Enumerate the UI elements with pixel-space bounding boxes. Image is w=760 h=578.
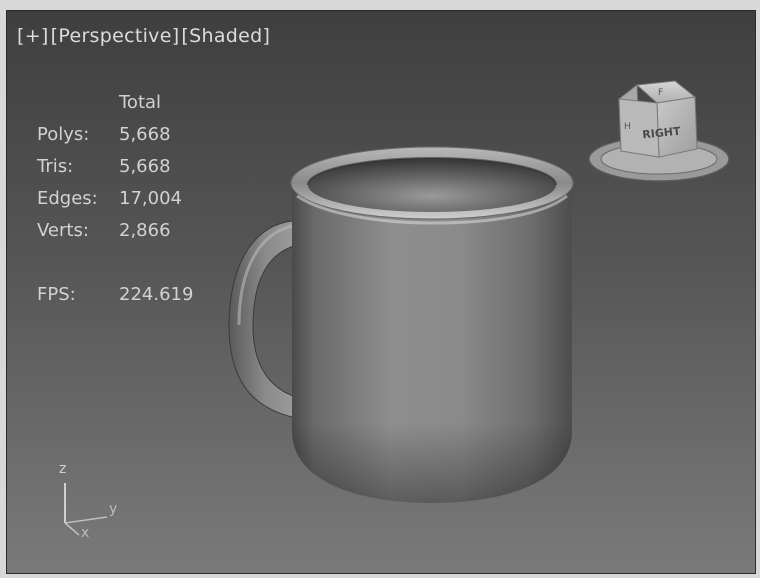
stats-verts-value: 2,866	[119, 220, 171, 241]
stats-total-header: Total	[119, 92, 162, 113]
axis-z-label: z	[59, 461, 66, 477]
stats-edges-label: Edges:	[37, 188, 98, 209]
stats-row-fps: FPS: 224.619	[37, 279, 193, 311]
perspective-viewport[interactable]: RIGHT F H z y x [+] [Perspective] [Shade…	[6, 10, 756, 574]
stats-fps-label: FPS:	[37, 284, 76, 305]
stats-fps-value: 224.619	[119, 284, 194, 305]
viewport-point-of-view-menu[interactable]: [Perspective]	[51, 25, 180, 47]
viewport-general-menu[interactable]: [+]	[17, 25, 49, 47]
stats-polys-label: Polys:	[37, 124, 90, 145]
viewcube[interactable]: RIGHT F H	[588, 80, 730, 182]
stats-row-polys: Polys: 5,668	[37, 119, 193, 151]
axis-y-label: y	[109, 501, 117, 517]
viewcube-side-label: H	[624, 122, 631, 132]
viewcube-top-label: F	[658, 88, 663, 98]
stats-verts-label: Verts:	[37, 220, 89, 241]
axis-tripod: z y x	[59, 461, 117, 541]
stats-tris-label: Tris:	[37, 156, 74, 177]
viewport-shading-menu[interactable]: [Shaded]	[181, 25, 270, 47]
viewport-statistics: Total Polys: 5,668 Tris: 5,668 Edges: 17…	[37, 87, 193, 311]
mug-body	[292, 181, 572, 503]
stats-row-edges: Edges: 17,004	[37, 183, 193, 215]
stats-row-verts: Verts: 2,866	[37, 215, 193, 247]
stats-tris-value: 5,668	[119, 156, 171, 177]
stats-row-tris: Tris: 5,668	[37, 151, 193, 183]
stats-edges-value: 17,004	[119, 188, 182, 209]
viewport-label-menu: [+] [Perspective] [Shaded]	[17, 25, 270, 47]
mug-rim	[290, 146, 574, 225]
stats-polys-value: 5,668	[119, 124, 171, 145]
axis-x-label: x	[81, 525, 89, 541]
